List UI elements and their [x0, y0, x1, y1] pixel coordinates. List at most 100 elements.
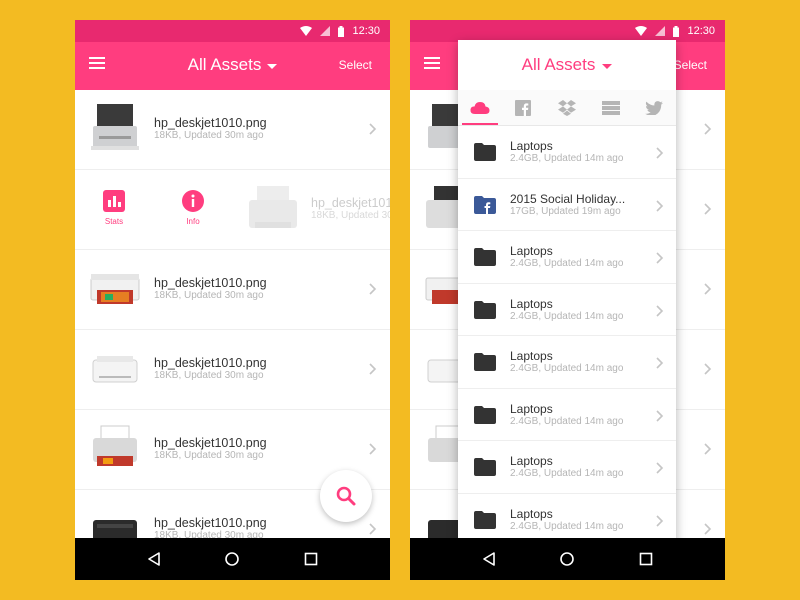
- menu-icon[interactable]: [89, 56, 109, 76]
- wifi-icon: [300, 26, 313, 36]
- select-button[interactable]: Select: [339, 58, 372, 72]
- list-item[interactable]: hp_deskjet1010.png 18KB, Updated 30m ago: [75, 330, 390, 410]
- source-tabs: [458, 90, 676, 126]
- stats-button[interactable]: Stats: [94, 190, 134, 226]
- chevron-right-icon: [704, 123, 712, 135]
- folder-name: Laptops: [510, 506, 553, 521]
- tab-twitter[interactable]: [632, 90, 676, 125]
- printer-thumbnail: [87, 262, 143, 316]
- system-nav-bar: [75, 538, 390, 580]
- assets-dropdown-panel: All Assets Laptops 2.4GB, Updated 14m ag…: [458, 40, 676, 558]
- folder-list: Laptops 2.4GB, Updated 14m ago 2015 Soci…: [458, 126, 676, 546]
- folder-item[interactable]: 2015 Social Holiday... 17GB, Updated 19m…: [458, 179, 676, 231]
- tab-cloud[interactable]: [458, 90, 502, 125]
- tab-dropbox[interactable]: [545, 90, 589, 125]
- signal-icon: [655, 26, 666, 36]
- info-label: Info: [186, 217, 200, 226]
- folder-item[interactable]: Laptops 2.4GB, Updated 14m ago: [458, 441, 676, 494]
- search-icon: [336, 486, 356, 506]
- battery-icon: [673, 25, 680, 37]
- folder-icon: [474, 248, 496, 266]
- swiped-list-item: hp_deskjet1010.png 18KB, Updated 30m ago: [245, 182, 390, 238]
- folder-name: 2015 Social Holiday...: [510, 191, 626, 206]
- facebook-folder-icon: [474, 195, 496, 214]
- folder-name: Laptops: [510, 244, 553, 258]
- chevron-right-icon: [656, 199, 664, 212]
- folder-item[interactable]: Laptops 2.4GB, Updated 14m ago: [458, 231, 676, 284]
- folder-icon: [474, 353, 496, 371]
- list-item[interactable]: hp_deskjet1010.png 18KB, Updated 30m ago: [75, 90, 390, 170]
- system-nav-bar: [410, 538, 725, 580]
- folder-item[interactable]: Laptops 2.4GB, Updated 14m ago: [458, 389, 676, 441]
- folder-name: Laptops: [510, 139, 553, 153]
- file-name: hp_deskjet1010.png: [311, 196, 390, 210]
- folder-meta: 2.4GB, Updated 14m ago: [510, 520, 624, 532]
- assets-dropdown-toggle[interactable]: All Assets: [458, 40, 676, 90]
- dropbox-icon: [557, 99, 576, 116]
- folder-item[interactable]: Laptops 2.4GB, Updated 14m ago: [458, 336, 676, 389]
- folder-item[interactable]: Laptops 2.4GB, Updated 14m ago: [458, 126, 676, 179]
- folder-meta: 2.4GB, Updated 14m ago: [510, 468, 624, 479]
- info-button[interactable]: Info: [173, 190, 213, 226]
- chevron-right-icon: [369, 283, 377, 295]
- wifi-icon: [635, 26, 648, 36]
- folder-icon: [474, 300, 496, 319]
- printer-thumbnail: [245, 182, 301, 236]
- status-bar: 12:30: [410, 20, 725, 42]
- server-icon: [601, 100, 620, 115]
- folder-meta: 2.4GB, Updated 14m ago: [510, 363, 624, 374]
- file-meta: 18KB, Updated 30m ago: [154, 450, 264, 461]
- folder-meta: 2.4GB, Updated 14m ago: [510, 415, 624, 427]
- search-fab[interactable]: [320, 470, 372, 522]
- folder-name: Laptops: [510, 454, 553, 468]
- chevron-right-icon: [656, 514, 664, 527]
- status-bar: 12:30: [75, 20, 390, 42]
- info-icon: [182, 190, 204, 212]
- page-title: All Assets: [187, 55, 262, 74]
- folder-name: Laptops: [510, 401, 553, 416]
- menu-icon[interactable]: [424, 56, 444, 76]
- folder-icon: [474, 405, 496, 424]
- file-meta: 18KB, Updated 30m ago: [154, 130, 264, 141]
- chevron-right-icon: [656, 462, 664, 474]
- file-name: hp_deskjet1010.png: [154, 356, 267, 370]
- list-item[interactable]: hp_deskjet1010.png 18KB, Updated 30m ago: [75, 250, 390, 330]
- battery-icon: [338, 25, 345, 37]
- chevron-right-icon: [656, 252, 664, 264]
- status-time: 12:30: [687, 25, 715, 37]
- phone-screen-left: 12:30 All Assets Select hp_deskjet1010.p…: [75, 20, 390, 580]
- printer-thumbnail: [87, 422, 143, 476]
- printer-thumbnail: [87, 342, 143, 396]
- home-icon[interactable]: [557, 549, 577, 569]
- chevron-right-icon: [369, 363, 377, 375]
- caret-down-icon: [267, 63, 278, 69]
- chevron-right-icon: [369, 123, 377, 135]
- stats-icon: [103, 190, 125, 212]
- file-meta: 18KB, Updated 30m ago: [154, 370, 264, 381]
- chevron-right-icon: [369, 523, 377, 535]
- back-icon[interactable]: [144, 549, 164, 569]
- folder-meta: 2.4GB, Updated 14m ago: [510, 153, 624, 164]
- file-meta: 18KB, Updated 30m ago: [154, 290, 264, 301]
- file-name: hp_deskjet1010.png: [154, 116, 267, 130]
- chevron-right-icon: [704, 523, 712, 535]
- file-name: hp_deskjet1010.png: [154, 516, 267, 530]
- chevron-right-icon: [656, 304, 664, 317]
- tab-server[interactable]: [589, 90, 633, 125]
- folder-item[interactable]: Laptops 2.4GB, Updated 14m ago: [458, 284, 676, 336]
- tab-facebook[interactable]: [502, 90, 546, 125]
- app-bar: All Assets Select: [75, 42, 390, 90]
- chevron-right-icon: [656, 147, 664, 159]
- select-button[interactable]: Select: [674, 58, 707, 72]
- chevron-right-icon: [656, 409, 664, 422]
- recents-icon[interactable]: [301, 549, 321, 569]
- file-name: hp_deskjet1010.png: [154, 436, 267, 450]
- chevron-right-icon: [656, 357, 664, 369]
- folder-meta: 2.4GB, Updated 14m ago: [510, 258, 624, 269]
- recents-icon[interactable]: [636, 549, 656, 569]
- assets-dropdown-toggle[interactable]: All Assets: [155, 55, 310, 75]
- dropdown-title: All Assets: [521, 55, 596, 74]
- file-meta: 18KB, Updated 30m ago: [311, 210, 390, 221]
- home-icon[interactable]: [222, 549, 242, 569]
- back-icon[interactable]: [479, 549, 499, 569]
